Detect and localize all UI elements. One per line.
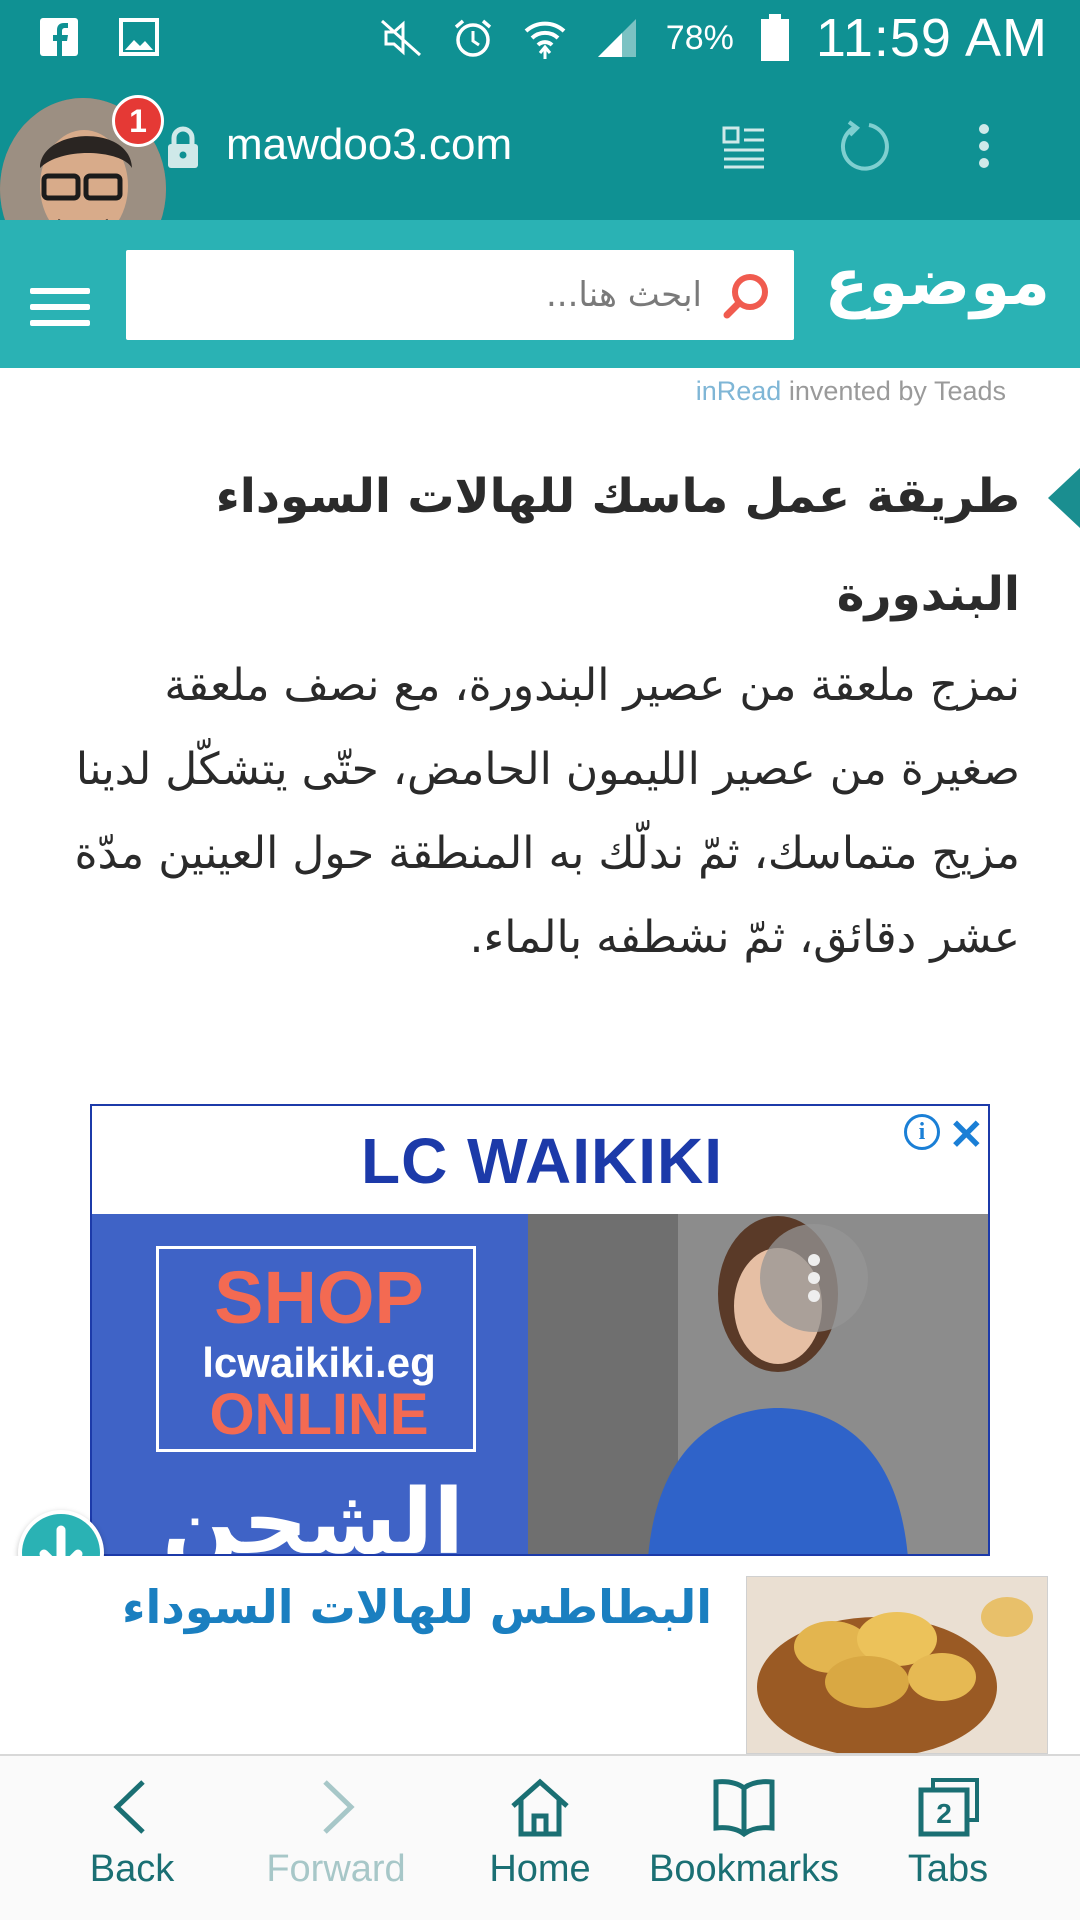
- potatoes-image: [747, 1577, 1047, 1757]
- browser-bottom-nav: Back Forward Home Bookmarks 2 Tabs: [0, 1754, 1080, 1920]
- notification-badge[interactable]: 1: [112, 95, 164, 147]
- tab-count: 2: [936, 1798, 952, 1829]
- ad-shop-box: SHOP lcwaikiki.eg ONLINE: [156, 1246, 476, 1452]
- battery-icon: [760, 14, 789, 61]
- reload-button[interactable]: [834, 116, 894, 176]
- signal-icon: [597, 19, 636, 57]
- ad-arabic-text: الشحن: [162, 1470, 465, 1556]
- chevron-left-icon: [113, 1780, 145, 1834]
- article-content: طريقة عمل ماسك للهالات السوداء البندورة …: [70, 448, 1020, 980]
- ad-attribution[interactable]: inRead invented by Teads: [696, 376, 1006, 407]
- forward-button[interactable]: Forward: [236, 1776, 436, 1891]
- home-label: Home: [489, 1848, 591, 1890]
- ad-brand-logo: LC WAIKIKI: [361, 1125, 723, 1197]
- address-bar[interactable]: mawdoo3.com: [226, 120, 512, 170]
- status-bar: 78% 11:59 AM: [0, 0, 1080, 76]
- mute-icon: [380, 19, 421, 57]
- ad-shop-line-1: SHOP: [214, 1256, 424, 1339]
- article-paragraph: نمزج ملعقة من عصير البندورة، مع نصف ملعق…: [74, 660, 1020, 963]
- lock-icon: [168, 126, 198, 168]
- teads-label: invented by Teads: [781, 376, 1006, 406]
- bookmarks-button[interactable]: Bookmarks: [644, 1776, 844, 1891]
- chevron-right-icon: [323, 1780, 355, 1834]
- forward-label: Forward: [266, 1848, 406, 1890]
- book-icon: [713, 1779, 775, 1838]
- reader-mode-button[interactable]: [714, 116, 774, 176]
- tabs-icon: 2: [918, 1778, 979, 1837]
- ad-close-icon[interactable]: ✕: [949, 1110, 984, 1159]
- related-article-thumbnail[interactable]: [746, 1576, 1048, 1757]
- alarm-icon: [454, 19, 491, 57]
- tabs-button[interactable]: 2 Tabs: [848, 1776, 1048, 1891]
- ad-shop-line-2: lcwaikiki.eg: [202, 1339, 436, 1386]
- ad-banner[interactable]: LC WAIKIKI i ✕ SHOP lcwaikiki.eg ONLINE …: [90, 1104, 990, 1556]
- related-article-title[interactable]: البطاطس للهالات السوداء: [122, 1580, 712, 1634]
- ad-model-photo: [528, 1214, 988, 1554]
- ad-options-button[interactable]: [760, 1224, 868, 1332]
- related-article[interactable]: البطاطس للهالات السوداء: [0, 1556, 1080, 1757]
- model-image: [528, 1214, 988, 1554]
- wifi-icon: [524, 21, 566, 59]
- battery-percent: 78%: [665, 18, 734, 57]
- facebook-icon: [40, 18, 78, 56]
- reader-icon: [722, 126, 764, 169]
- more-vertical-icon: [979, 124, 989, 168]
- site-logo[interactable]: موضوع: [825, 246, 1050, 320]
- search-input[interactable]: [182, 250, 702, 340]
- article-heading: طريقة عمل ماسك للهالات السوداء: [215, 469, 1020, 524]
- ad-promo-panel: SHOP lcwaikiki.eg ONLINE الشحن: [92, 1214, 528, 1556]
- site-header: موضوع: [0, 220, 1080, 368]
- reload-icon: [840, 120, 889, 171]
- inread-label: inRead: [695, 376, 782, 406]
- tabs-label: Tabs: [907, 1848, 989, 1890]
- search-box: [126, 250, 794, 340]
- section-marker: [1048, 468, 1080, 528]
- back-label: Back: [89, 1848, 175, 1890]
- gallery-icon: [119, 18, 159, 56]
- clock: 11:59 AM: [815, 8, 1048, 68]
- back-button[interactable]: Back: [32, 1776, 232, 1891]
- home-button[interactable]: Home: [440, 1776, 640, 1891]
- menu-button[interactable]: [954, 116, 1014, 176]
- hamburger-menu-button[interactable]: [30, 288, 90, 330]
- ad-shop-line-3: ONLINE: [209, 1382, 429, 1447]
- home-icon: [511, 1778, 569, 1837]
- article-subheading: البندورة: [836, 567, 1020, 622]
- ad-info-icon[interactable]: i: [904, 1114, 940, 1150]
- search-icon[interactable]: [720, 270, 772, 322]
- bookmarks-label: Bookmarks: [648, 1848, 840, 1890]
- ad-header: LC WAIKIKI i ✕: [92, 1106, 988, 1214]
